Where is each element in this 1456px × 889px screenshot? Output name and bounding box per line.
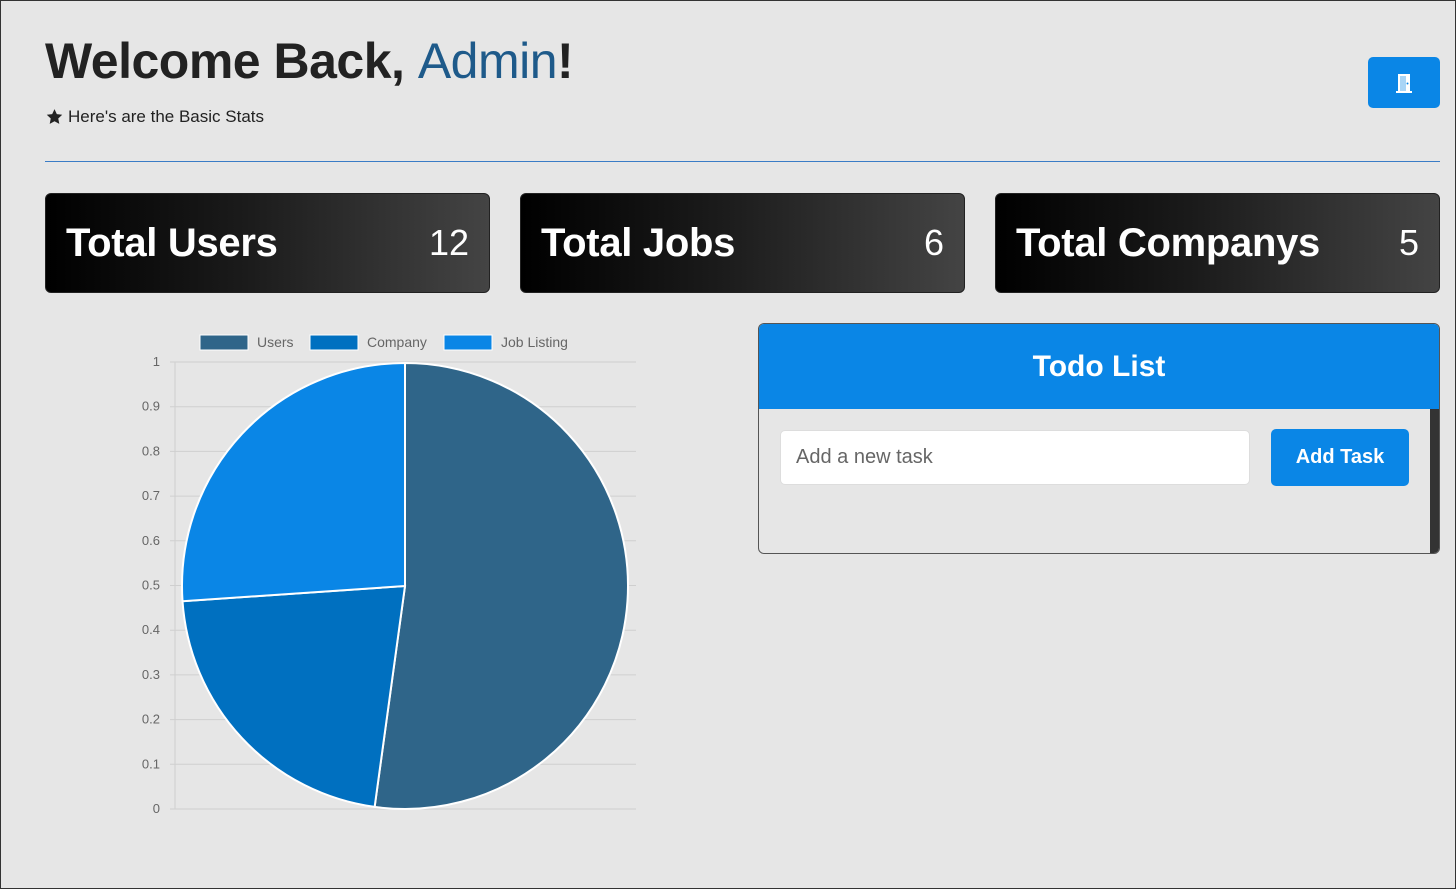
stat-value: 6: [923, 222, 944, 263]
y-tick-label: 0.5: [142, 578, 160, 593]
pie-chart-svg: 0 0.1 0.2 0.3 0.4 0.5 0.6 0.7 0.8 0.9 1 Users Compan…: [142, 334, 636, 816]
todo-body: Add Task: [759, 409, 1439, 553]
logout-button[interactable]: [1368, 57, 1440, 108]
subtitle: Here's are the Basic Stats: [45, 107, 573, 127]
pie-slice-users[interactable]: [373, 361, 629, 810]
y-tick-label: 0.1: [142, 756, 160, 771]
y-tick-label: 0.6: [142, 533, 160, 548]
legend-swatch[interactable]: [443, 334, 493, 351]
legend-swatch[interactable]: [199, 334, 249, 351]
y-tick-label: 0.9: [142, 399, 160, 414]
todo-scrollbar[interactable]: [1430, 409, 1439, 553]
todo-title: Todo List: [759, 324, 1439, 409]
stat-card-users: Total Users 12: [45, 193, 490, 293]
y-tick-label: 0.4: [142, 622, 160, 637]
new-task-input[interactable]: [780, 430, 1250, 485]
legend-label[interactable]: Company: [367, 334, 427, 350]
todo-card: Todo List Add Task: [758, 323, 1440, 554]
stat-label: Total Companys: [1016, 220, 1320, 265]
admin-name: Admin: [417, 33, 558, 89]
stat-value: 5: [1398, 222, 1419, 263]
header-divider: [45, 161, 1440, 162]
y-tick-label: 1: [153, 354, 160, 369]
greeting-text: Welcome Back,: [45, 33, 418, 89]
pie-slice-job-listing[interactable]: [181, 361, 406, 603]
y-tick-label: 0: [153, 801, 160, 816]
legend-swatch[interactable]: [309, 334, 359, 351]
y-tick-label: 0.7: [142, 488, 160, 503]
exclaim-text: !: [557, 33, 574, 89]
page-title: Welcome Back, Admin!: [45, 31, 574, 91]
subtitle-text: Here's are the Basic Stats: [68, 107, 264, 126]
stat-card-companys: Total Companys 5: [995, 193, 1440, 293]
stat-label: Total Users: [66, 220, 278, 265]
y-tick-label: 0.8: [142, 443, 160, 458]
door-icon: [1396, 73, 1412, 93]
star-icon: [46, 109, 63, 124]
stat-value: 12: [428, 222, 469, 263]
y-tick-label: 0.2: [142, 712, 160, 727]
legend-label[interactable]: Users: [257, 334, 294, 350]
pie-slice-company[interactable]: [181, 584, 407, 809]
stat-label: Total Jobs: [541, 220, 736, 265]
y-tick-label: 0.3: [142, 667, 160, 682]
add-task-button[interactable]: Add Task: [1271, 429, 1409, 486]
page-header: Welcome Back, Admin! Here's are the Basi…: [45, 31, 574, 127]
legend-label[interactable]: Job Listing: [501, 334, 568, 350]
stats-chart: 0 0.1 0.2 0.3 0.4 0.5 0.6 0.7 0.8 0.9 1 Users Compan…: [91, 323, 651, 833]
stat-card-jobs: Total Jobs 6: [520, 193, 965, 293]
